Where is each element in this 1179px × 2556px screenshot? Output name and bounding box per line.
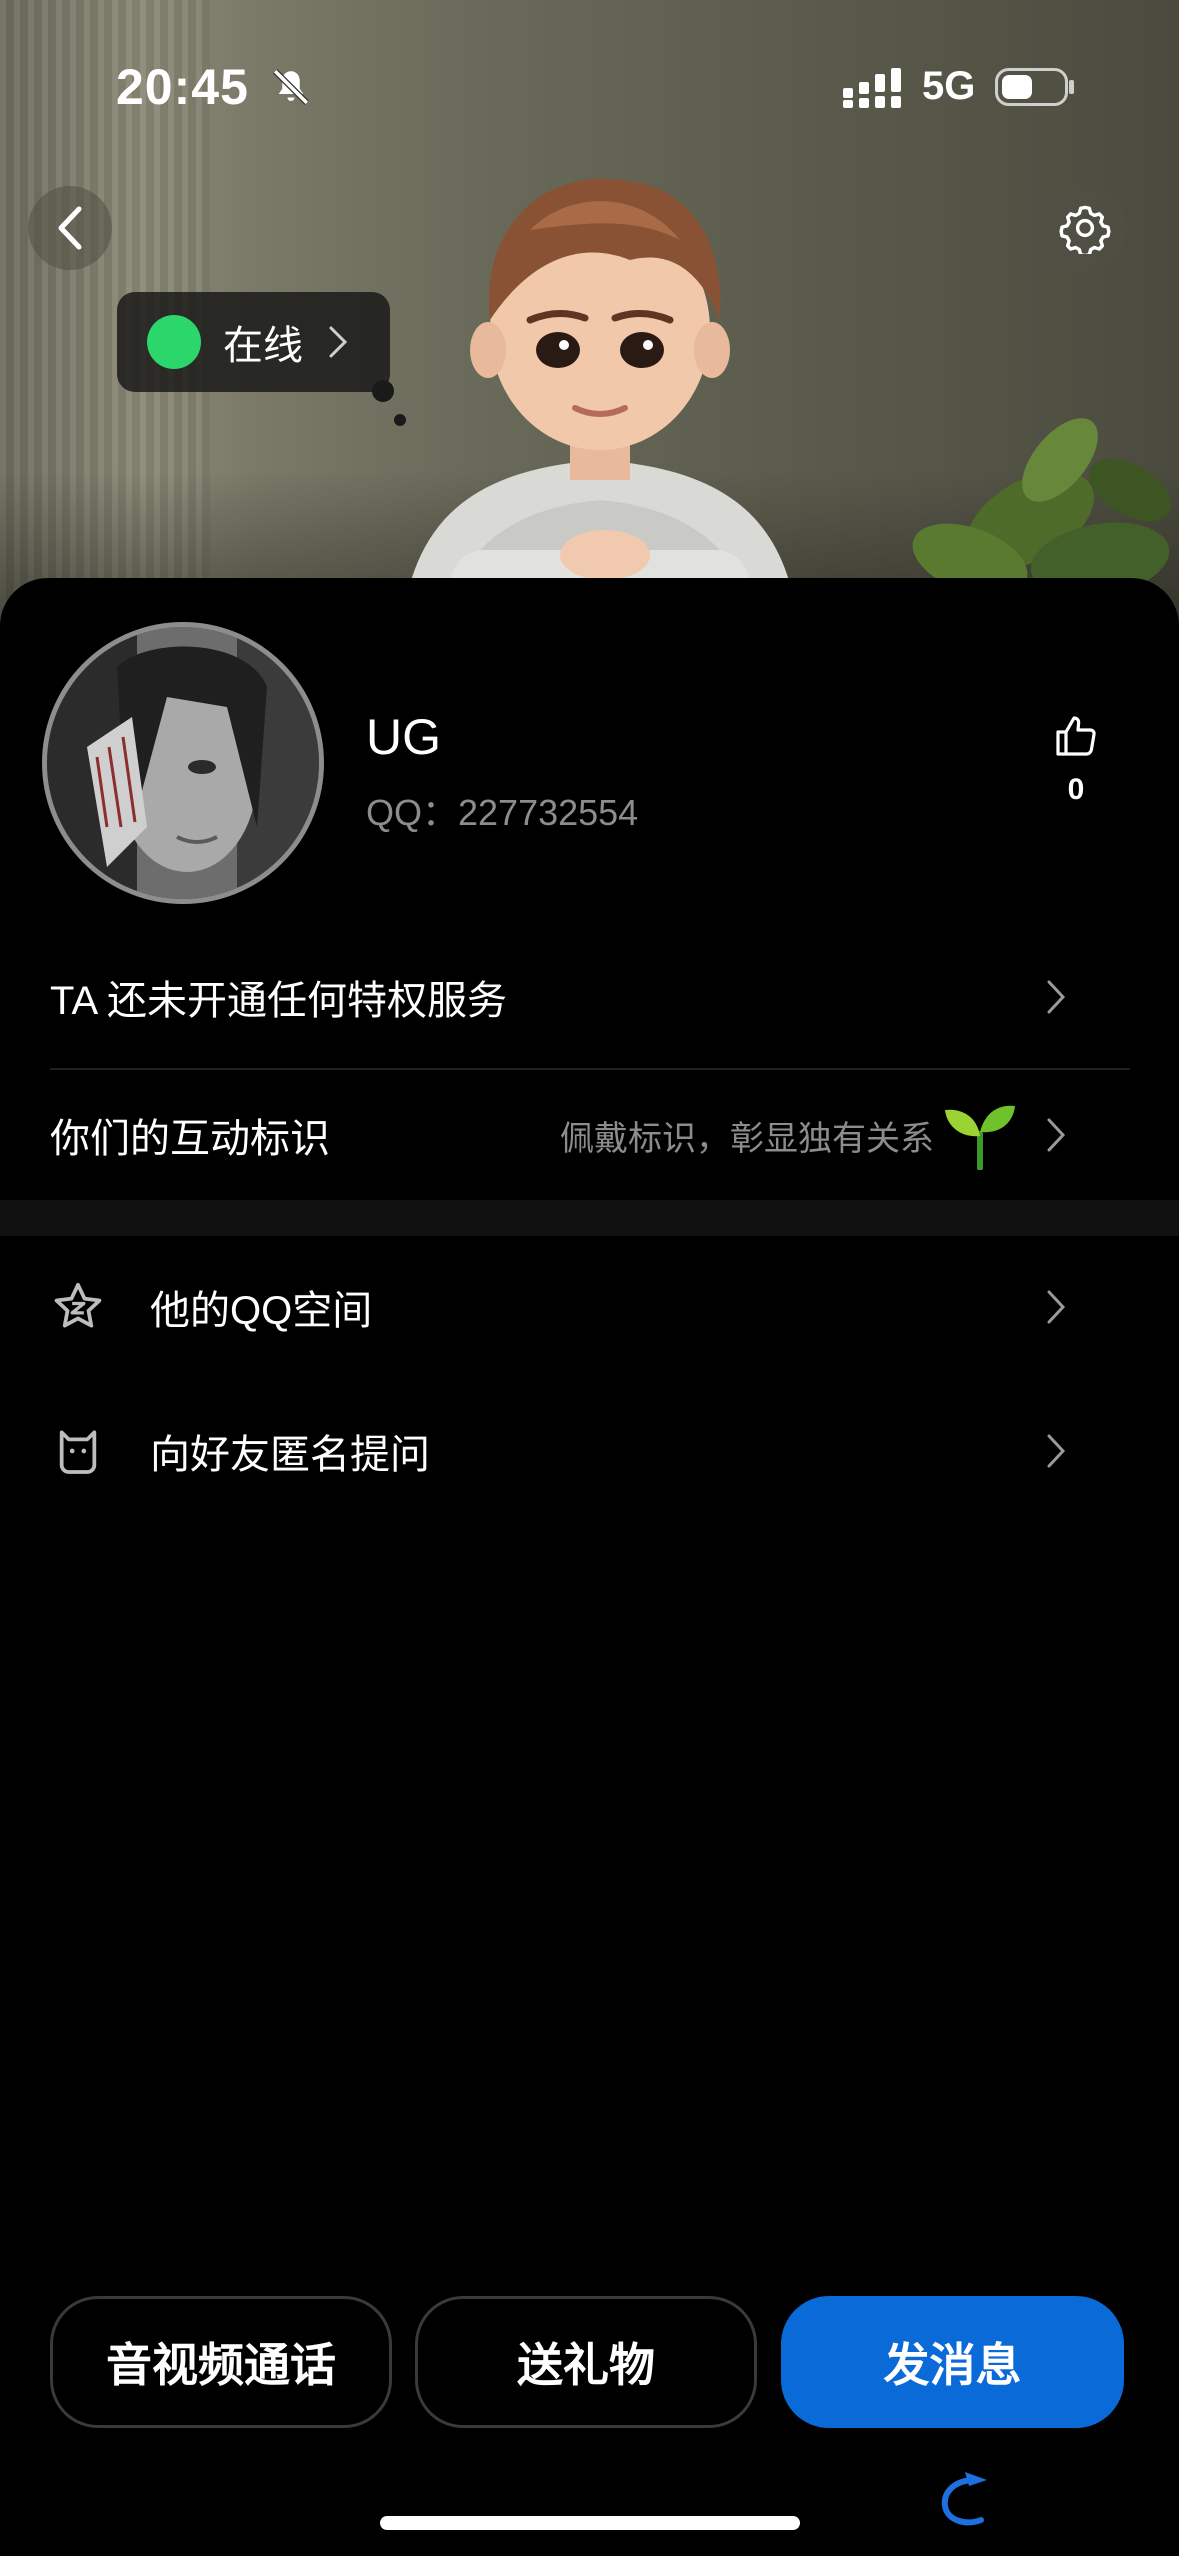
chevron-right-icon (329, 326, 348, 358)
send-message-button[interactable]: 发消息 (781, 2296, 1124, 2428)
qzone-label: 他的QQ空间 (150, 1289, 373, 1333)
section-separator (0, 1200, 1179, 1236)
video-call-button[interactable]: 音视频通话 (50, 2296, 392, 2428)
avatar-image (47, 627, 319, 899)
chevron-right-icon (1047, 1118, 1066, 1152)
settings-button[interactable] (1043, 186, 1127, 270)
thought-bubble-dot (394, 414, 406, 426)
chevron-right-icon (1047, 1434, 1066, 1468)
interaction-badge-row[interactable]: 你们的互动标识 佩戴标识，彰显独有关系 (50, 1090, 1129, 1180)
cat-icon (59, 1430, 97, 1474)
interaction-label: 你们的互动标识 (50, 1117, 330, 1161)
thumbs-up-icon (1056, 716, 1096, 756)
anonymous-ask-row[interactable]: 向好友匿名提问 (50, 1406, 1129, 1496)
avatar[interactable] (42, 622, 324, 904)
online-dot-icon (147, 315, 201, 369)
chevron-right-icon (1047, 1290, 1066, 1324)
bell-muted-icon (273, 69, 309, 105)
send-gift-button[interactable]: 送礼物 (415, 2296, 757, 2428)
chevron-right-icon (1047, 980, 1066, 1014)
network-type: 5G (922, 64, 976, 108)
avatar-character-illustration (400, 178, 800, 640)
privilege-label: TA 还未开通任何特权服务 (50, 979, 508, 1023)
battery-icon (995, 68, 1074, 106)
gear-icon (1059, 205, 1111, 254)
online-status-label: 在线 (223, 324, 303, 368)
like-button[interactable]: 0 (1040, 712, 1112, 832)
privilege-row[interactable]: TA 还未开通任何特权服务 (50, 952, 1129, 1042)
home-indicator[interactable] (380, 2516, 800, 2530)
signal-icon (843, 68, 901, 108)
back-button[interactable] (28, 186, 112, 270)
like-count: 0 (1067, 773, 1085, 806)
status-time: 20:45 (116, 59, 249, 115)
nickname: UG (366, 709, 441, 765)
qzone-row[interactable]: 他的QQ空间 (50, 1262, 1129, 1352)
interaction-hint: 佩戴标识，彰显独有关系 (560, 1119, 934, 1158)
divider (50, 1068, 1130, 1070)
sprout-icon (945, 1105, 1015, 1170)
star-icon (54, 1282, 102, 1328)
status-bar: 20:45 5G (0, 0, 1179, 170)
thought-bubble-dot (372, 380, 394, 402)
watermark-logo (941, 2472, 987, 2526)
qq-number: QQ：227732554 (366, 792, 639, 833)
back-icon (58, 206, 82, 250)
online-status-pill[interactable]: 在线 (117, 292, 390, 392)
anonymous-ask-label: 向好友匿名提问 (150, 1433, 430, 1477)
